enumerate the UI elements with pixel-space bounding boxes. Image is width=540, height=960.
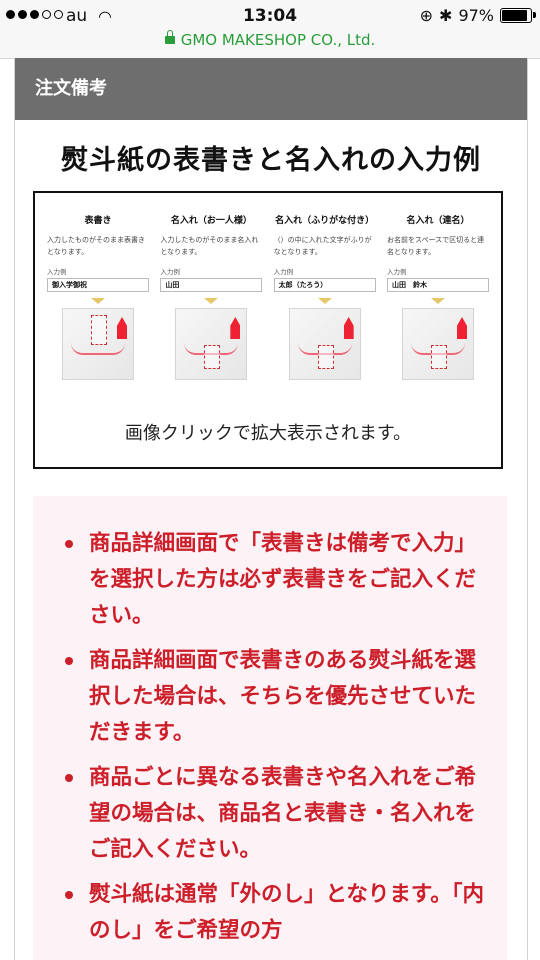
page-title: 熨斗紙の表書きと名入れの入力例 bbox=[61, 145, 481, 176]
order-notes-panel: 注文備考 熨斗紙の表書きと名入れの入力例 表書き入力したものがそのまま表書きとな… bbox=[14, 58, 528, 960]
status-bar: au ◠ 13:04 ⊕ ✱ 97% GMO MAKESHOP CO., Ltd… bbox=[0, 0, 540, 59]
arrow-down-icon bbox=[430, 298, 445, 304]
example-title: 名入れ（連名） bbox=[406, 216, 470, 226]
example-input-label: 入力例 bbox=[160, 268, 180, 276]
example-input-value: 山田 bbox=[160, 278, 263, 292]
note-item: 商品詳細画面で表書きのある熨斗紙を選択した場合は、そちらを優先させていただきます… bbox=[65, 643, 484, 751]
lock-icon bbox=[164, 30, 175, 44]
name-placement-marker bbox=[91, 315, 107, 345]
note-item: 商品詳細画面で「表書きは備考で入力」を選択した方は必ず表書きをご記入ください。 bbox=[65, 526, 484, 634]
orientation-lock-icon: ⊕ bbox=[419, 6, 434, 25]
noshi-paper-image bbox=[288, 308, 361, 380]
example-input-value: 御入学御祝 bbox=[47, 278, 149, 292]
example-desc: （）の中に入れた文字がふりがなとなります。 bbox=[273, 236, 372, 256]
example-image[interactable]: 表書き 入力したものがそのまま表書きとなります。 入力例 御入学御祝 名入れ（お一人様）… bbox=[33, 191, 503, 469]
example-column: 名入れ（お一人様） 入力したものがそのまま名入れとなります。入力例山田 bbox=[160, 213, 263, 383]
example-title: 名入れ（ふりがな付き） bbox=[275, 216, 375, 226]
example-desc: お名前をスペースで区切ると連名となります。 bbox=[386, 236, 485, 256]
example-input-label: 入力例 bbox=[273, 268, 294, 276]
note-item: 商品ごとに異なる表書きや名入れをご希望の場合は、商品名と表書き・名入れをご記入く… bbox=[65, 760, 484, 868]
noshi-paper-image bbox=[175, 308, 248, 380]
example-caption: 画像クリックで拡大表示されます。 bbox=[124, 423, 412, 444]
name-placement-marker bbox=[430, 345, 447, 369]
battery-icon bbox=[500, 8, 536, 23]
battery-percent: 97% bbox=[458, 6, 494, 25]
arrow-down-icon bbox=[317, 298, 332, 304]
noshi-ornament-icon bbox=[230, 317, 241, 339]
noshi-paper-image bbox=[401, 308, 474, 380]
example-column: 名入れ（連名） お名前をスペースで区切ると連名となります。入力例山田 鈴木 bbox=[386, 213, 489, 383]
name-placement-marker bbox=[317, 345, 334, 369]
noshi-paper-image bbox=[62, 308, 134, 380]
example-input-value: 山田 鈴木 bbox=[386, 278, 489, 292]
note-item: 熨斗紙は通常「外のし」となります。「内のし」をご希望の方 bbox=[65, 877, 484, 949]
example-input-label: 入力例 bbox=[47, 268, 67, 276]
arrow-down-icon bbox=[91, 298, 105, 304]
example-title: 表書き bbox=[84, 216, 112, 226]
noshi-ornament-icon bbox=[343, 317, 354, 339]
noshi-ornament-icon bbox=[456, 317, 467, 339]
bluetooth-icon: ✱ bbox=[439, 6, 453, 25]
example-title: 名入れ（お一人様） bbox=[170, 216, 252, 226]
name-placement-marker bbox=[204, 345, 221, 369]
example-desc: 入力したものがそのまま名入れとなります。 bbox=[160, 236, 259, 256]
site-url: GMO MAKESHOP CO., Ltd. bbox=[180, 31, 376, 49]
example-column: 表書き入力したものがそのまま表書きとなります。入力例御入学御祝 bbox=[47, 213, 149, 383]
section-header: 注文備考 bbox=[15, 58, 527, 120]
address-bar[interactable]: GMO MAKESHOP CO., Ltd. bbox=[0, 30, 540, 49]
example-input-label: 入力例 bbox=[386, 268, 407, 276]
example-desc: 入力したものがそのまま表書きとなります。 bbox=[47, 236, 145, 256]
noshi-ornament-icon bbox=[117, 317, 127, 339]
example-input-value: 太郎（たろう） bbox=[273, 278, 376, 292]
notes-box: 商品詳細画面で「表書きは備考で入力」を選択した方は必ず表書きをご記入ください。商… bbox=[33, 496, 507, 960]
arrow-down-icon bbox=[204, 298, 219, 304]
example-column: 名入れ（ふりがな付き） （）の中に入れた文字がふりがなとなります。入力例太郎（たろ… bbox=[273, 213, 376, 383]
